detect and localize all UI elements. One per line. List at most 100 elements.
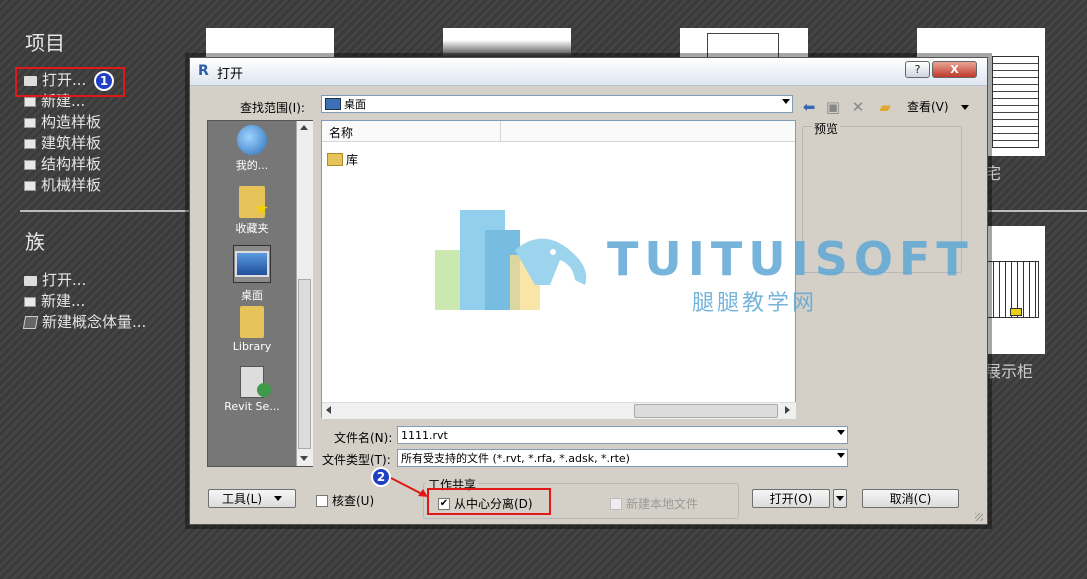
open-options-button[interactable] bbox=[833, 489, 847, 508]
open-button[interactable]: 打开(O) bbox=[752, 489, 830, 508]
family-new-link[interactable]: 新建... bbox=[24, 291, 146, 312]
place-library[interactable]: Library bbox=[208, 306, 296, 353]
revit-logo-icon: R bbox=[198, 63, 209, 79]
look-in-value: 桌面 bbox=[344, 98, 366, 111]
template-architecture-label: 建筑样板 bbox=[41, 134, 102, 152]
close-button[interactable]: X bbox=[932, 61, 977, 78]
document-icon bbox=[24, 117, 36, 128]
look-in-dropdown[interactable]: 桌面 bbox=[321, 95, 793, 113]
filename-label: 文件名(N): bbox=[334, 431, 393, 445]
up-folder-icon[interactable]: ▣ bbox=[825, 98, 841, 116]
step-badge-1: 1 bbox=[94, 71, 114, 91]
file-list-scrollbar[interactable] bbox=[322, 402, 796, 419]
help-button[interactable]: ? bbox=[905, 61, 930, 78]
places-bar: 我的... ★ 收藏夹 桌面 Library Revit Se... bbox=[207, 120, 313, 467]
filetype-dropdown[interactable]: 所有受支持的文件 (*.rvt, *.rfa, *.adsk, *.rte) bbox=[397, 449, 848, 467]
filename-input[interactable]: 1111.rvt bbox=[397, 426, 848, 444]
place-my-computer[interactable]: 我的... bbox=[208, 125, 296, 173]
scroll-left-icon[interactable] bbox=[326, 406, 331, 414]
file-name: 库 bbox=[346, 153, 359, 167]
watermark-brand: TUITUISOFT bbox=[607, 232, 974, 286]
document-icon bbox=[24, 96, 36, 107]
dialog-titlebar[interactable]: R 打开 ? X bbox=[190, 58, 987, 86]
desktop-icon bbox=[235, 251, 269, 277]
place-label: Revit Se... bbox=[224, 400, 280, 413]
audit-checkbox-box[interactable] bbox=[316, 494, 328, 507]
chevron-down-icon bbox=[274, 496, 283, 501]
new-conceptual-mass-label: 新建概念体量... bbox=[42, 313, 147, 331]
recent-project-thumbnail[interactable] bbox=[443, 28, 571, 58]
views-menu[interactable]: 查看(V) bbox=[907, 98, 949, 115]
folder-icon bbox=[327, 153, 343, 166]
cancel-button[interactable]: 取消(C) bbox=[862, 489, 959, 508]
template-architecture-link[interactable]: 建筑样板 bbox=[24, 133, 101, 154]
place-label: Library bbox=[232, 340, 272, 353]
watermark-subtitle: 腿腿教学网 bbox=[692, 291, 818, 316]
favorites-folder-icon: ★ bbox=[239, 186, 269, 218]
place-label: 我的... bbox=[235, 159, 269, 172]
recent-project-thumbnail[interactable] bbox=[206, 28, 334, 58]
mass-cube-icon bbox=[22, 316, 39, 329]
recent-project-thumbnail[interactable] bbox=[680, 28, 808, 60]
scroll-right-icon[interactable] bbox=[785, 406, 790, 414]
template-mechanical-link[interactable]: 机械样板 bbox=[24, 175, 101, 196]
place-label: 桌面 bbox=[241, 289, 263, 302]
template-construction-link[interactable]: 构造样板 bbox=[24, 112, 101, 133]
family-new-label: 新建... bbox=[41, 292, 86, 310]
look-in-label: 查找范围(I): bbox=[240, 101, 305, 115]
recent-family-label: 展示柜 bbox=[985, 362, 1034, 381]
template-structure-label: 结构样板 bbox=[41, 155, 102, 173]
family-open-label: 打开... bbox=[42, 271, 87, 289]
template-mechanical-label: 机械样板 bbox=[41, 176, 102, 194]
resize-grip-icon[interactable] bbox=[975, 513, 983, 521]
revit-server-icon bbox=[240, 366, 271, 398]
chevron-down-icon bbox=[836, 496, 844, 501]
file-list-scroll-thumb[interactable] bbox=[634, 404, 778, 418]
column-name-header[interactable]: 名称 bbox=[329, 124, 353, 141]
new-local-checkbox-box[interactable] bbox=[610, 497, 622, 510]
delete-icon[interactable]: ✕ bbox=[850, 98, 866, 116]
family-open-link[interactable]: 打开... bbox=[24, 270, 146, 291]
document-icon bbox=[24, 138, 36, 149]
file-list-header: 名称 bbox=[322, 121, 795, 142]
chevron-down-icon[interactable] bbox=[837, 430, 845, 435]
filetype-label: 文件类型(T): bbox=[322, 453, 391, 467]
template-structure-link[interactable]: 结构样板 bbox=[24, 154, 101, 175]
document-icon bbox=[24, 296, 36, 307]
place-favorites[interactable]: ★ 收藏夹 bbox=[208, 186, 296, 236]
new-folder-icon[interactable]: ▰ bbox=[877, 98, 893, 116]
new-local-label: 新建本地文件 bbox=[626, 497, 699, 511]
document-icon bbox=[24, 180, 36, 191]
places-scrollbar[interactable] bbox=[296, 121, 313, 466]
file-row[interactable]: 库 bbox=[327, 151, 358, 168]
filename-value: 1111.rvt bbox=[401, 428, 448, 442]
dialog-title: 打开 bbox=[217, 67, 244, 82]
families-section-title: 族 bbox=[25, 230, 45, 254]
audit-checkbox[interactable]: 核查(U) bbox=[316, 492, 374, 509]
views-chevron-down-icon[interactable] bbox=[961, 105, 969, 110]
places-scroll-thumb[interactable] bbox=[298, 279, 311, 449]
preview-label: 预览 bbox=[812, 120, 841, 137]
place-revit-server[interactable]: Revit Se... bbox=[208, 366, 296, 413]
folder-icon bbox=[240, 306, 264, 338]
computer-icon bbox=[237, 125, 267, 155]
projects-section-title: 项目 bbox=[25, 31, 65, 55]
filetype-value: 所有受支持的文件 (*.rvt, *.rfa, *.adsk, *.rte) bbox=[401, 452, 630, 465]
scroll-up-icon[interactable] bbox=[300, 125, 308, 130]
chevron-down-icon bbox=[782, 99, 790, 104]
elephant-logo-icon bbox=[435, 210, 587, 310]
document-icon bbox=[24, 159, 36, 170]
back-arrow-icon[interactable]: ⬅ bbox=[801, 98, 817, 116]
family-menu: 打开... 新建... 新建概念体量... bbox=[22, 270, 147, 333]
tools-button[interactable]: 工具(L) bbox=[208, 489, 296, 508]
chevron-down-icon[interactable] bbox=[837, 453, 845, 458]
folder-open-icon bbox=[24, 275, 37, 286]
create-new-local-checkbox[interactable]: 新建本地文件 bbox=[610, 495, 698, 512]
tools-label: 工具(L) bbox=[221, 492, 263, 506]
template-construction-label: 构造样板 bbox=[41, 113, 102, 131]
highlight-box-step2 bbox=[427, 488, 551, 515]
place-desktop[interactable]: 桌面 bbox=[208, 245, 296, 303]
scroll-down-icon[interactable] bbox=[300, 456, 308, 461]
new-conceptual-mass-link[interactable]: 新建概念体量... bbox=[22, 312, 147, 333]
desktop-icon bbox=[325, 98, 341, 110]
